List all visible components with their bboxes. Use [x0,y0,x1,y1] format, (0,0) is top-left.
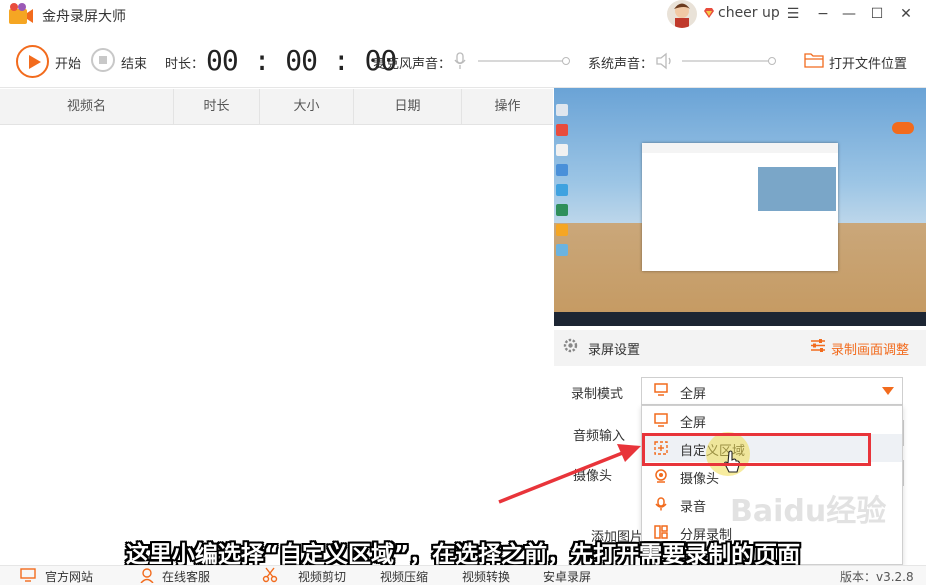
speaker-icon[interactable] [655,52,675,70]
restore-icon[interactable]: — [841,6,857,22]
preview-window-panel [758,167,836,211]
preview-window-titlebar [642,143,838,153]
duration-timer: 00 : 00 : 00 [206,44,397,77]
official-website-link[interactable]: 官方网站 [45,568,93,585]
mic-volume-slider[interactable] [478,60,568,62]
screen-preview [554,88,926,326]
column-header-actions[interactable]: 操作 [462,89,553,125]
stop-record-button[interactable] [91,48,115,72]
system-volume-label: 系统声音： [588,57,654,72]
column-header-date[interactable]: 日期 [354,89,462,125]
record-mode-value: 全屏 [680,387,707,402]
duration-label: 时长： [165,57,205,72]
mic-volume-label: 麦克风声音： [373,57,452,72]
chevron-down-icon[interactable] [882,387,894,395]
sliders-icon[interactable] [810,338,826,353]
microphone-icon [655,497,667,511]
mic-volume-handle[interactable] [562,57,570,65]
minimize-icon[interactable]: − [815,6,831,22]
monitor-icon [20,568,36,582]
preview-taskbar [554,312,926,326]
close-icon[interactable]: ✕ [898,6,914,22]
dropdown-item-label: 录音 [680,500,707,515]
pointer-arrow-icon [498,444,641,504]
preview-app-window [642,143,838,271]
column-header-size[interactable]: 大小 [260,89,354,125]
tutorial-caption: 这里小编选择“自定义区域”，在选择之前，先打开需要录制的页面 [125,542,801,568]
settings-title: 录屏设置 [588,343,641,358]
start-label[interactable]: 开始 [55,53,81,72]
dropdown-item-label: 全屏 [680,416,707,431]
monitor-icon [654,413,668,427]
video-list [0,125,553,565]
app-title: 金舟录屏大师 [42,9,126,25]
video-convert-link[interactable]: 视频转换 [462,568,510,585]
vip-diamond-icon [704,8,714,18]
watermark: Baidu经验 [730,494,887,529]
dropdown-item-fullscreen[interactable]: 全屏 [642,406,902,434]
column-header-name[interactable]: 视频名 [0,89,174,125]
column-header-duration[interactable]: 时长 [174,89,260,125]
version-label: 版本：v3.2.8 [840,570,914,584]
stop-label[interactable]: 结束 [121,53,147,72]
gear-icon [563,338,578,353]
menu-icon[interactable]: ☰ [785,6,801,22]
scissors-icon [262,567,278,583]
avatar[interactable] [667,0,697,28]
online-support-link[interactable]: 在线客服 [162,568,210,585]
android-record-link[interactable]: 安卓录屏 [543,568,591,585]
video-cut-link[interactable]: 视频剪切 [298,568,346,585]
maximize-icon[interactable]: ☐ [869,6,885,22]
preview-desktop-icons [556,104,570,264]
preview-float-badge [892,122,914,134]
highlight-box [642,433,871,466]
adjust-recording-area-button[interactable]: 录制画面调整 [831,339,909,358]
user-name[interactable]: cheer up [718,5,780,21]
start-record-button[interactable] [16,45,49,78]
microphone-icon[interactable] [454,52,466,70]
record-mode-label: 录制模式 [571,387,624,402]
open-file-location-button[interactable]: 打开文件位置 [829,53,907,72]
folder-icon[interactable] [804,51,824,69]
system-volume-handle[interactable] [768,57,776,65]
webcam-icon [655,469,667,483]
support-agent-icon [140,568,154,583]
app-logo-icon [9,3,33,24]
system-volume-slider[interactable] [682,60,774,62]
video-compress-link[interactable]: 视频压缩 [380,568,428,585]
monitor-icon [654,383,668,396]
